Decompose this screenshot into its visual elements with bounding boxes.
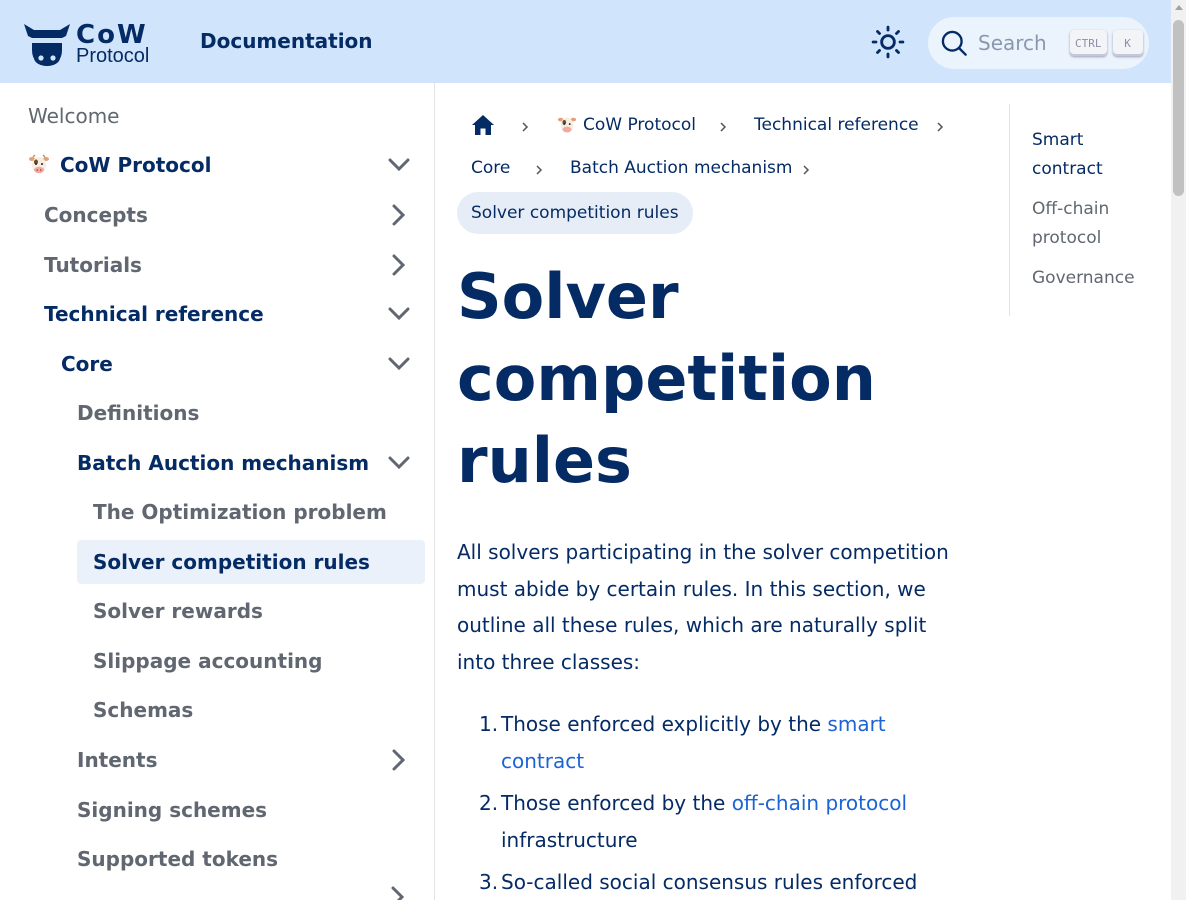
scroll-thumb[interactable]	[1173, 20, 1184, 196]
chevron-down-icon[interactable]	[385, 449, 413, 477]
list-number: 2.	[479, 791, 499, 815]
sidebar-item-supported-tokens[interactable]: Supported tokens	[61, 837, 425, 881]
sidebar-item-label: Signing schemes	[77, 798, 268, 822]
sidebar-item-batch-auction[interactable]: Batch Auction mechanism	[61, 441, 425, 485]
breadcrumb-core[interactable]: Core	[471, 158, 510, 178]
list-item-text: Those enforced by the off-chain protocol…	[501, 785, 947, 858]
breadcrumb-technical-reference[interactable]: Technical reference	[754, 115, 919, 135]
search-button[interactable]: Search CTRL K	[928, 17, 1149, 69]
sidebar-item-cow-protocol[interactable]: CoW Protocol	[12, 143, 425, 187]
sidebar-item-label: Supported tokens	[77, 847, 279, 871]
sidebar-item-label: Batch Auction mechanism	[77, 451, 370, 475]
logo-word: CoW	[76, 20, 148, 50]
toc-item-smart-contract[interactable]: Smart contract	[1032, 126, 1142, 184]
sidebar-item-core[interactable]: Core	[45, 342, 425, 386]
sidebar-item-technical-reference[interactable]: Technical reference	[28, 292, 425, 336]
sidebar-item-label: Tutorials	[44, 253, 142, 277]
sidebar-item-label: CoW Protocol	[60, 153, 212, 177]
sidebar-item-label: Technical reference	[44, 302, 264, 326]
chevron-right-icon[interactable]	[385, 201, 413, 229]
breadcrumb-home[interactable]	[471, 114, 495, 136]
list-number: 1.	[479, 712, 499, 736]
cow-logo-icon	[24, 24, 70, 66]
sidebar-item-solver-competition-rules[interactable]: Solver competition rules	[77, 540, 425, 584]
sidebar-item-definitions[interactable]: Definitions	[61, 391, 425, 435]
intro-paragraph: All solvers participating in the solver …	[457, 540, 949, 674]
breadcrumb-separator-icon	[937, 122, 944, 132]
theme-toggle-button[interactable]	[870, 24, 906, 60]
sidebar-item-solver-rewards[interactable]: Solver rewards	[77, 589, 425, 633]
logo-subtitle: Protocol	[76, 45, 150, 67]
cow-face-icon	[29, 154, 49, 174]
sidebar-item-label: Definitions	[77, 401, 200, 425]
breadcrumb-cow-protocol[interactable]: CoW Protocol	[557, 115, 696, 135]
sidebar-item-label: Welcome	[28, 104, 120, 128]
toc-item-off-chain-protocol[interactable]: Off-chain protocol	[1032, 195, 1142, 253]
toc-item-governance[interactable]: Governance	[1032, 264, 1142, 293]
sidebar-item-signing-schemes[interactable]: Signing schemes	[61, 788, 425, 832]
sidebar-item-intents[interactable]: Intents	[61, 738, 425, 782]
list-item-text-after: infrastructure	[501, 827, 638, 852]
list-item: 1. Those enforced explicitly by the smar…	[457, 706, 947, 780]
breadcrumb-label: Core	[471, 158, 511, 178]
kbd-k: K	[1112, 30, 1143, 56]
sidebar-item-label: The Optimization problem	[93, 500, 387, 524]
breadcrumb-label: Technical reference	[754, 115, 919, 135]
sidebar-item-label: Concepts	[44, 203, 148, 227]
scroll-up-arrow-icon[interactable]	[1175, 5, 1183, 10]
sidebar-item-slippage-accounting[interactable]: Slippage accounting	[77, 639, 425, 683]
sidebar-item-label: Schemas	[93, 698, 194, 722]
kbd-ctrl: CTRL	[1070, 30, 1107, 56]
sidebar-item-concepts[interactable]: Concepts	[28, 193, 425, 237]
list-item-text: So-called social consensus rules enforce…	[501, 870, 918, 894]
list-number: 3.	[479, 870, 499, 894]
chevron-down-icon[interactable]	[385, 350, 413, 378]
home-icon	[472, 115, 494, 135]
breadcrumb-label: CoW Protocol	[583, 115, 696, 135]
sidebar-item-optimization-problem[interactable]: The Optimization problem	[77, 490, 425, 534]
table-of-contents: Smart contract Off-chain protocol Govern…	[1009, 104, 1149, 316]
sidebar: Welcome CoW Protocol Concepts Tutorials	[0, 83, 435, 900]
breadcrumb-batch-auction[interactable]: Batch Auction mechanism	[570, 158, 792, 178]
chevron-right-icon[interactable]	[384, 883, 412, 900]
list-item-text-before: Those enforced by the	[501, 791, 732, 815]
breadcrumb-current: Solver competition rules	[457, 192, 693, 234]
list-item-text-before: Those enforced explicitly by the	[501, 712, 828, 736]
sidebar-item-welcome[interactable]: Welcome	[12, 94, 425, 138]
search-icon	[941, 30, 967, 56]
nav-title[interactable]: Documentation	[200, 29, 373, 53]
sidebar-item-label: Intents	[77, 748, 158, 772]
chevron-down-icon[interactable]	[385, 300, 413, 328]
chevron-right-icon[interactable]	[385, 251, 413, 279]
page-title: Solver competition rules	[457, 260, 876, 497]
sidebar-item-label: Core	[61, 352, 113, 376]
chevron-right-icon[interactable]	[385, 746, 413, 774]
cow-face-icon	[557, 117, 577, 133]
breadcrumb-separator-icon	[720, 122, 727, 132]
cow-protocol-logo[interactable]: CoW Protocol	[22, 20, 149, 68]
sidebar-item-tutorials[interactable]: Tutorials	[28, 243, 425, 287]
sidebar-item-schemas[interactable]: Schemas	[77, 688, 425, 732]
breadcrumb-separator-icon	[803, 165, 810, 175]
list-item: 2. Those enforced by the off-chain proto…	[457, 785, 947, 859]
navbar: CoW Protocol Documentation Search CTRL K	[0, 0, 1171, 83]
sun-icon	[871, 25, 905, 59]
list-item-text: Those enforced explicitly by the smart c…	[501, 706, 947, 779]
search-placeholder: Search	[978, 31, 1047, 55]
off-chain-protocol-link[interactable]: off-chain protocol	[732, 791, 907, 815]
breadcrumb-separator-icon	[536, 165, 543, 175]
sidebar-item-label: Slippage accounting	[93, 649, 323, 673]
page-scrollbar[interactable]	[1171, 0, 1186, 900]
breadcrumb-label: Batch Auction mechanism	[570, 158, 793, 178]
list-item: 3. So-called social consensus rules enfo…	[457, 864, 947, 900]
breadcrumb-separator-icon	[522, 122, 529, 132]
chevron-down-icon[interactable]	[385, 151, 413, 179]
sidebar-item-label: Solver rewards	[93, 599, 263, 623]
sidebar-item-label: Solver competition rules	[93, 550, 370, 574]
